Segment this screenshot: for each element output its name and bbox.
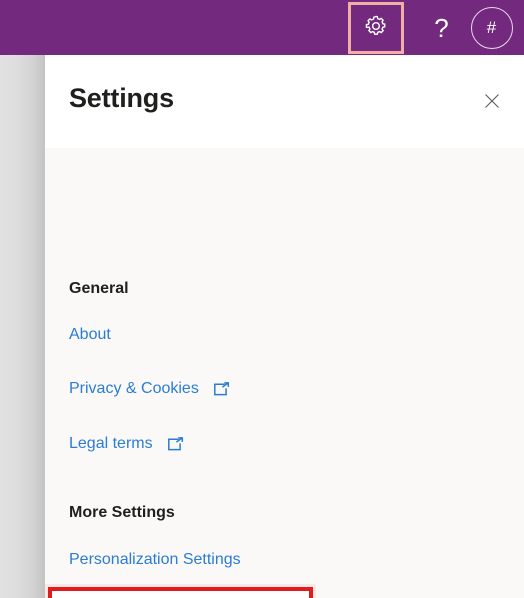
avatar-initials: #: [486, 18, 497, 37]
suite-bar-actions: ? #: [348, 0, 524, 55]
avatar: #: [470, 6, 513, 49]
gear-icon: [363, 13, 389, 44]
app-root: ? # Settings General About Privacy & Coo…: [0, 0, 524, 598]
highlight-annotation: [48, 587, 313, 598]
close-button[interactable]: [477, 88, 507, 118]
settings-link-label: Personalization Settings: [69, 551, 241, 568]
page-title: Settings: [69, 83, 174, 113]
settings-link-privacy-and-cookies[interactable]: Privacy & Cookies: [45, 380, 230, 398]
external-link-icon: [213, 381, 230, 397]
help-button[interactable]: ?: [414, 0, 469, 55]
flyout-drop-shadow: [0, 55, 45, 598]
flyout-header: Settings: [45, 55, 524, 148]
settings-link-label: Legal terms: [69, 435, 153, 452]
group-heading-more-settings: More Settings: [69, 504, 175, 521]
settings-link-personalization-settings[interactable]: Personalization Settings: [45, 551, 241, 569]
suite-bar: ? #: [0, 0, 524, 55]
settings-link-label: Privacy & Cookies: [69, 380, 199, 397]
settings-link-label: About: [69, 326, 111, 343]
settings-flyout: Settings General About Privacy & Cookies: [45, 55, 524, 598]
settings-link-legal-terms[interactable]: Legal terms: [45, 435, 184, 453]
external-link-icon: [167, 436, 184, 452]
question-mark-icon: ?: [434, 12, 449, 43]
account-avatar-button[interactable]: #: [469, 0, 524, 55]
group-heading-general: General: [69, 280, 129, 297]
settings-link-about[interactable]: About: [45, 326, 111, 344]
settings-button[interactable]: [348, 2, 404, 54]
close-icon: [482, 91, 502, 116]
